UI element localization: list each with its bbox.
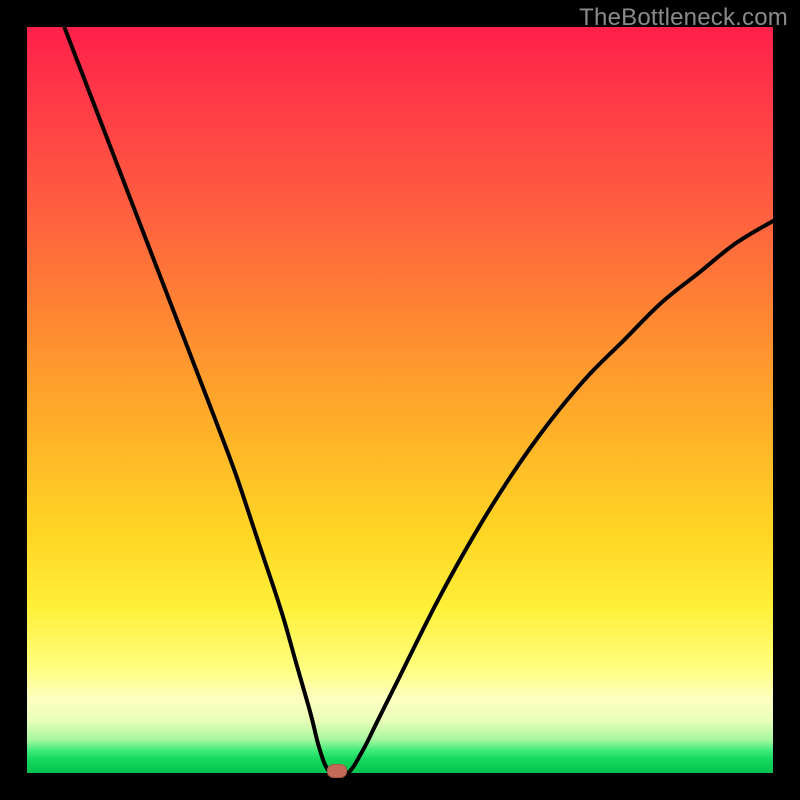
curve-svg bbox=[27, 27, 773, 773]
bottleneck-curve bbox=[64, 27, 773, 775]
chart-frame: TheBottleneck.com bbox=[0, 0, 800, 800]
watermark-text: TheBottleneck.com bbox=[579, 4, 788, 32]
plot-area bbox=[27, 27, 773, 773]
optimum-marker bbox=[327, 764, 347, 778]
